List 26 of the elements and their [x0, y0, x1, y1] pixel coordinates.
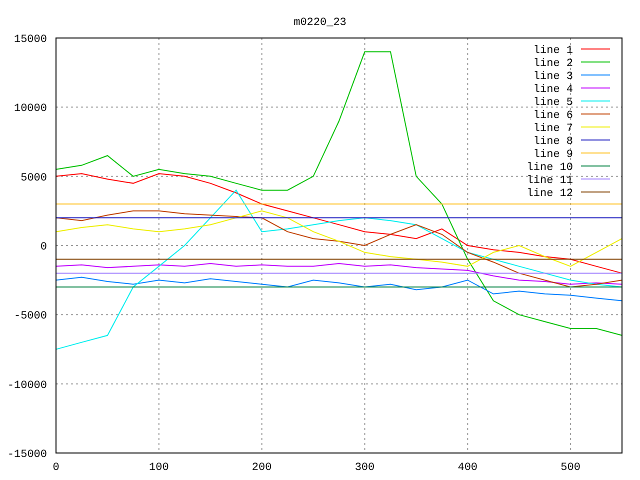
- x-tick-label: 300: [354, 462, 375, 474]
- legend-label: line 9: [533, 149, 573, 161]
- legend-label: line 2: [533, 58, 573, 70]
- legend-label: line 1: [533, 45, 573, 57]
- legend-label: line 11: [526, 175, 573, 187]
- y-tick-label: -5000: [14, 310, 47, 323]
- x-tick-label: 400: [458, 462, 478, 474]
- x-tick-label: 500: [560, 462, 580, 474]
- legend-label: line 10: [526, 162, 573, 174]
- y-tick-label: 10000: [14, 103, 47, 116]
- y-tick-label: -10000: [7, 380, 47, 392]
- legend-label: line 12: [526, 188, 573, 200]
- y-tick-label: 5000: [20, 172, 47, 184]
- y-tick-label: 0: [40, 242, 47, 254]
- y-tick-label: 15000: [14, 34, 47, 46]
- chart-title: m0220_23: [294, 17, 346, 29]
- legend-label: line 3: [533, 71, 573, 83]
- x-tick-label: 100: [149, 462, 169, 474]
- legend-label: line 7: [533, 123, 573, 135]
- legend-label: line 4: [533, 84, 573, 96]
- legend-label: line 5: [533, 97, 573, 109]
- x-tick-label: 200: [252, 462, 272, 474]
- legend-label: line 8: [533, 136, 573, 148]
- x-tick-label: 0: [52, 462, 60, 474]
- y-tick-label: -15000: [7, 449, 47, 461]
- legend-label: line 6: [533, 110, 573, 122]
